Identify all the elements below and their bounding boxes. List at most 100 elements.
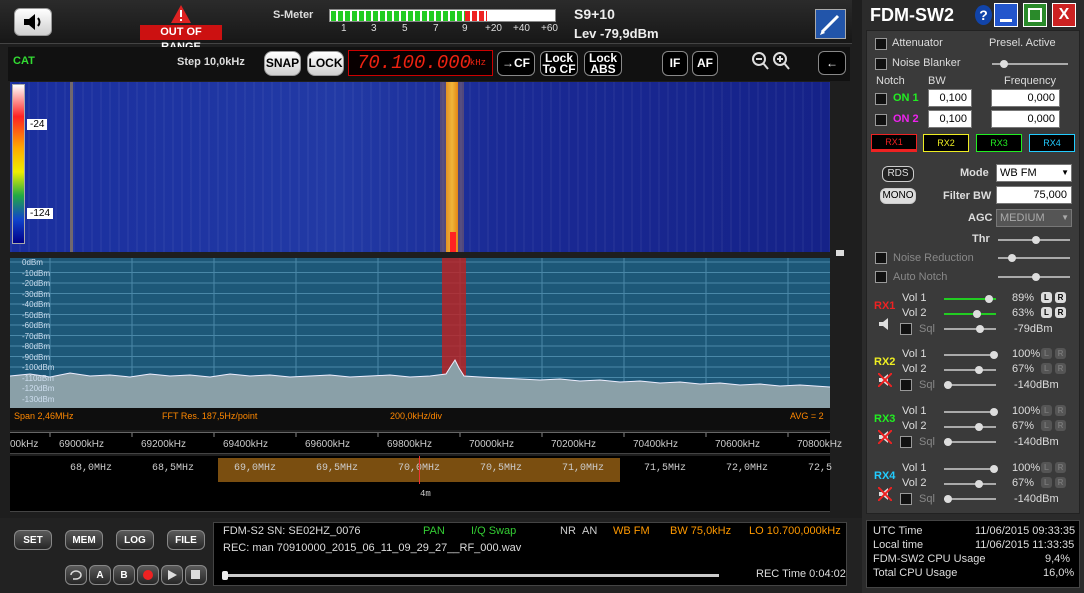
rx1-r-button[interactable]: R [1055,307,1066,318]
spectrum-display[interactable]: 0dBm -10dBm -20dBm -30dBm -40dBm -50dBm -60dBm… [10,258,830,408]
tab-rx1[interactable]: RX1 [871,134,917,152]
noise-reduction-checkbox[interactable] [875,252,887,264]
rx4-vol2-slider[interactable] [944,480,996,488]
rx1-sql-slider[interactable] [944,325,996,333]
rx1-l-button[interactable]: L [1041,307,1052,318]
lock-abs-button[interactable]: Lock ABS [584,51,622,76]
playback-progress[interactable] [222,571,719,580]
notch1-bw-input[interactable]: 0,100 [928,89,972,107]
lock-to-cf-button[interactable]: Lock To CF [540,51,578,76]
step-label[interactable]: Step 10,0kHz [177,56,245,68]
rx1-vol2-value: 63% [1012,307,1035,319]
filter-bw-input[interactable]: 75,000 [996,186,1072,204]
mono-button[interactable]: MONO [880,188,916,204]
log-button[interactable]: LOG [116,530,154,550]
auto-notch-checkbox[interactable] [875,271,887,283]
b-button[interactable]: B [113,565,135,585]
rx4-l-button[interactable]: L [1041,477,1052,488]
rx3-vol2-slider[interactable] [944,423,996,431]
rx2-muted-speaker-icon[interactable] [878,373,892,387]
af-button[interactable]: AF [692,51,718,76]
noise-blanker-checkbox[interactable] [875,58,887,70]
rx2-sql-slider[interactable] [944,381,996,389]
notch1-checkbox[interactable] [875,93,887,105]
rx2-l-button[interactable]: L [1041,363,1052,374]
notch2-checkbox[interactable] [875,114,887,126]
attenuator-checkbox[interactable] [875,38,887,50]
frequency-scale-mhz[interactable]: 68,0MHz 68,5MHz 69,0MHz 69,5MHz 70,0MHz … [10,456,832,512]
file-button[interactable]: FILE [167,530,205,550]
rx2-l-button[interactable]: L [1041,348,1052,359]
rx1-speaker-icon[interactable] [878,317,892,331]
rx4-muted-speaker-icon[interactable] [878,487,892,501]
loop-button[interactable] [65,565,87,585]
rx1-vol2-slider[interactable] [944,310,996,318]
rx2-r-button[interactable]: R [1055,363,1066,374]
thr-slider[interactable] [998,236,1070,244]
rx3-sql-checkbox[interactable] [900,436,912,448]
set-button[interactable]: SET [14,530,52,550]
tab-rx2[interactable]: RX2 [923,134,969,152]
notch2-bw-input[interactable]: 0,100 [928,110,972,128]
rx1-sql-checkbox[interactable] [900,323,912,335]
rx3-r-button[interactable]: R [1055,405,1066,416]
back-button[interactable]: ← [818,51,846,75]
rx3-l-button[interactable]: L [1041,420,1052,431]
rx1-r-button[interactable]: R [1055,292,1066,303]
bw-header: BW [928,75,946,87]
rx4-sql-checkbox[interactable] [900,493,912,505]
minimize-button[interactable] [994,3,1018,27]
rx4-r-button[interactable]: R [1055,462,1066,473]
a-button[interactable]: A [89,565,111,585]
iq-swap-label: I/Q Swap [471,525,517,537]
total-cpu-label: Total CPU Usage [873,567,958,579]
lock-button[interactable]: LOCK [307,51,344,76]
rx3-r-button[interactable]: R [1055,420,1066,431]
noise-blanker-slider[interactable] [992,60,1068,68]
maximize-button[interactable] [1023,3,1047,27]
play-button[interactable] [161,565,183,585]
waterfall-display[interactable] [10,82,830,252]
rx4-l-button[interactable]: L [1041,462,1052,473]
rx2-r-button[interactable]: R [1055,348,1066,359]
help-button[interactable]: ? [975,5,992,25]
rx2-vol1-slider[interactable] [944,351,998,359]
nr-label: NR [560,525,576,537]
agc-select[interactable]: MEDIUM ▼ [996,209,1072,227]
rx4-sql-slider[interactable] [944,495,996,503]
rx3-sql-slider[interactable] [944,438,996,446]
if-button[interactable]: IF [662,51,688,76]
record-button[interactable] [137,565,159,585]
spectrum-info-bar: Span 2,46MHz FFT Res. 187,5Hz/point 200,… [10,408,830,430]
speaker-button[interactable] [14,8,52,36]
tab-rx3[interactable]: RX3 [976,134,1022,152]
close-button[interactable]: X [1052,3,1076,27]
notch1-freq-input[interactable]: 0,000 [991,89,1060,107]
rx2-vol2-slider[interactable] [944,366,996,374]
auto-notch-slider[interactable] [998,273,1070,281]
to-cf-button[interactable]: →CF [497,51,535,76]
rx3-vol1-slider[interactable] [944,408,998,416]
splitter-handle[interactable] [836,250,844,256]
mem-button[interactable]: MEM [65,530,103,550]
rx2-sql-checkbox[interactable] [900,379,912,391]
rx4-r-button[interactable]: R [1055,477,1066,488]
stop-button[interactable] [185,565,207,585]
rx3-muted-speaker-icon[interactable] [878,430,892,444]
mode-select[interactable]: WB FM ▼ [996,164,1072,182]
frequency-display[interactable]: 70.100.000 kHz [348,50,493,76]
rx1-vol1-slider[interactable] [944,295,996,303]
rx4-vol1-slider[interactable] [944,465,998,473]
rds-button[interactable]: RDS [882,166,914,182]
tab-rx4[interactable]: RX4 [1029,134,1075,152]
noise-reduction-slider[interactable] [998,254,1070,262]
notch2-freq-input[interactable]: 0,000 [991,110,1060,128]
zoom-out-icon[interactable] [752,52,770,72]
zoom-in-icon[interactable] [773,52,791,72]
lo-label: LO 10.700,000kHz [749,525,841,537]
rx3-l-button[interactable]: L [1041,405,1052,416]
edit-button[interactable] [815,9,846,39]
frequency-scale-khz[interactable]: 00kHz 69000kHz 69200kHz 69400kHz 69600kH… [10,432,842,454]
snap-button[interactable]: SNAP [264,51,301,76]
rx1-l-button[interactable]: L [1041,292,1052,303]
